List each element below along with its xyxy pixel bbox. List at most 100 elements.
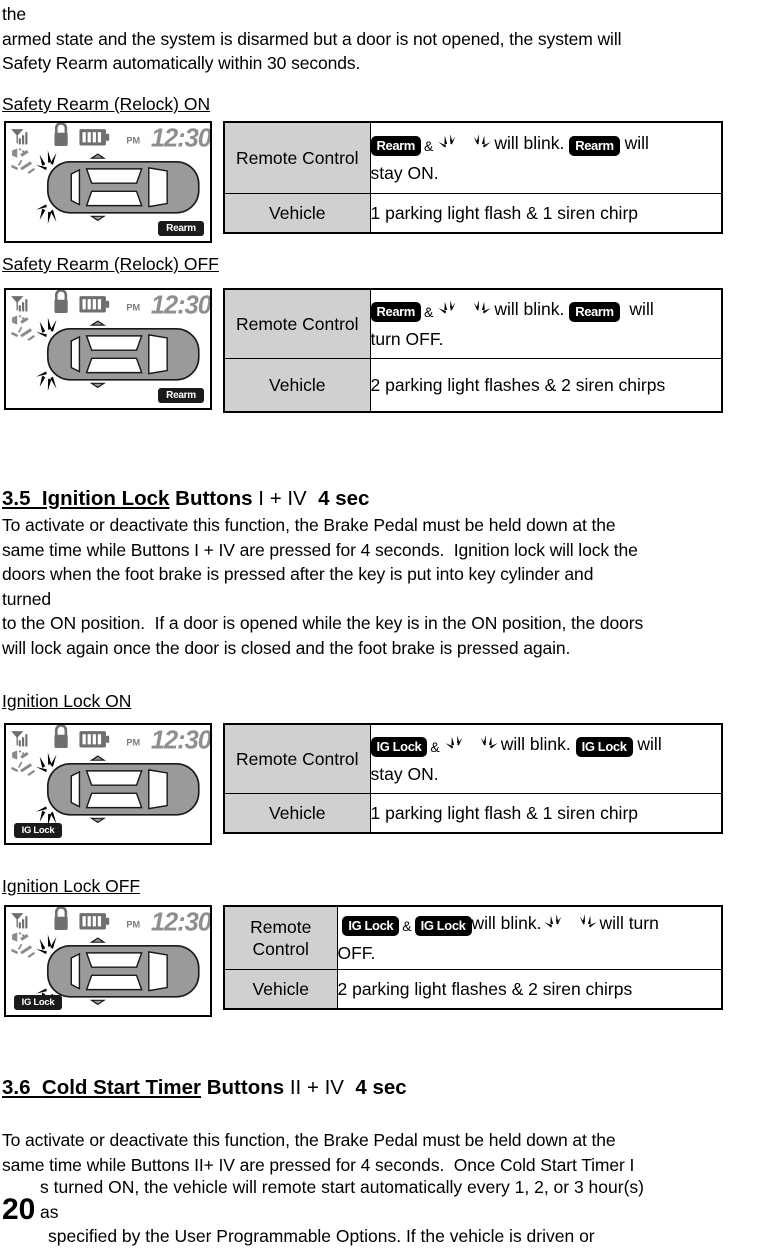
row-value-vehicle: 2 parking light flashes & 2 siren chirps (369, 358, 723, 413)
table-row: Vehicle 2 parking light flashes & 2 sire… (223, 358, 723, 413)
row-label-vehicle: Vehicle (223, 793, 371, 834)
text-will-3: will (637, 733, 662, 754)
ignition-lock-on-block: IG Lock Remote Control IG Lock & will blin… (4, 723, 723, 845)
heading-ignition-lock-off-wrap: Ignition Lock OFF (2, 874, 140, 898)
text-stay-on-3: stay ON. (370, 763, 439, 784)
manual-page: the armed state and the system is disarm… (0, 0, 772, 1247)
table-ignition-lock-on: Remote Control IG Lock & will blink. IG Lo… (223, 723, 723, 834)
text-will-blink-4: will blink. (471, 912, 542, 933)
row-value-remote-control: IG Lock & IG Lock will blink. will turn OFF. (336, 905, 723, 970)
table-row: Vehicle 1 parking light flash & 1 siren … (223, 193, 723, 234)
amp-4: & (402, 917, 412, 934)
section-3-5-buttons-label: Buttons (175, 487, 253, 510)
badge-iglock-2: IG Lock (575, 736, 633, 757)
lcd-badge-iglock: IG Lock (14, 995, 62, 1010)
table-row: Vehicle 2 parking light flashes & 2 sire… (223, 969, 723, 1010)
section-3-5-body: To activate or deactivate this function,… (2, 515, 644, 658)
row-value-remote-control: IG Lock & will blink. IG Lock will stay ON. (369, 723, 723, 794)
text-will-2: will (629, 298, 654, 319)
lcd-badge-rearm: Rearm (158, 388, 204, 403)
blink-rays-icon (443, 733, 501, 755)
section-3-5-duration: 4 sec (318, 487, 370, 510)
lcd-wrap-iglock-on: IG Lock (4, 723, 212, 845)
badge-rearm-1: Rearm (370, 135, 421, 156)
text-will-blink-2: will blink. (494, 298, 565, 319)
lcd-display-rearm-off: Rearm (4, 288, 212, 410)
text-stay-on-1: stay ON. (370, 162, 439, 183)
intro-line-1: the (2, 4, 27, 24)
intro-line-3: Safety Rearm automatically within 30 sec… (2, 53, 361, 73)
row-label-remote-control: Remote Control (223, 905, 338, 970)
section-3-6-number: 3.6 (2, 1076, 31, 1099)
lcd-display-iglock-on: IG Lock (4, 723, 212, 845)
blink-rays-icon (436, 132, 494, 154)
section-3-5: 3.5 Ignition Lock Buttons I + IV 4 sec T… (2, 486, 770, 660)
section-3-6-line-5: specified by the User Programmable Optio… (48, 1226, 595, 1246)
badge-iglock-2: IG Lock (414, 915, 472, 936)
section-3-6-buttons-combo: II + IV (289, 1076, 344, 1099)
safety-rearm-off-block: Rearm Remote Control Rearm & will blink. R… (4, 288, 723, 413)
row-label-remote-control: Remote Control (223, 723, 371, 794)
badge-rearm-1: Rearm (370, 301, 421, 322)
section-3-6-line-2: same time while Buttons II+ IV are press… (2, 1154, 635, 1175)
heading-ignition-lock-on-wrap: Ignition Lock ON (2, 689, 131, 713)
lcd-display-rearm-on: Rearm (4, 121, 212, 243)
table-row: Remote Control Rearm & will blink. Rearm w… (223, 288, 723, 359)
section-3-6-buttons-label: Buttons (206, 1076, 285, 1099)
row-label-vehicle: Vehicle (223, 193, 371, 234)
table-row: Remote Control IG Lock & IG Lock will blink… (223, 905, 723, 970)
row-label-remote-control: Remote Control (223, 121, 371, 194)
row-value-remote-control: Rearm & will blink. Rearm will stay ON. (369, 121, 723, 194)
heading-safety-rearm-on-wrap: Safety Rearm (Relock) ON (2, 92, 210, 116)
badge-iglock-1: IG Lock (342, 915, 400, 936)
ignition-lock-off-block: IG Lock Remote Control IG Lock & IG Lock wi… (4, 905, 723, 1017)
section-3-6-body-indented: s turned ON, the vehicle will remote sta… (40, 1175, 770, 1249)
row-label-remote-control: Remote Control (223, 288, 371, 359)
section-3-6-line-4: as (40, 1201, 59, 1222)
page-number: 20 (2, 1193, 36, 1226)
amp-1: & (423, 137, 434, 154)
section-3-6-body-top: To activate or deactivate this function,… (2, 1128, 770, 1177)
section-3-5-number: 3.5 (2, 487, 31, 510)
heading-safety-rearm-off-wrap: Safety Rearm (Relock) OFF (2, 252, 219, 276)
table-safety-rearm-off: Remote Control Rearm & will blink. Rearm w… (223, 288, 723, 413)
heading-safety-rearm-off: Safety Rearm (Relock) OFF (2, 254, 219, 274)
table-row: Remote Control IG Lock & will blink. IG Lo… (223, 723, 723, 794)
heading-ignition-lock-off: Ignition Lock OFF (2, 876, 141, 896)
lcd-badge-iglock: IG Lock (14, 823, 62, 838)
text-turn-off-2: turn OFF. (370, 328, 444, 349)
section-3-6-line-3: s turned ON, the vehicle will remote sta… (40, 1177, 644, 1197)
text-will-blink-1: will blink. (494, 132, 565, 153)
text-will-blink-3: will blink. (500, 733, 571, 754)
heading-safety-rearm-on: Safety Rearm (Relock) ON (2, 94, 211, 114)
intro-line-2: armed state and the system is disarmed b… (2, 28, 622, 49)
table-row: Vehicle 1 parking light flash & 1 siren … (223, 793, 723, 834)
table-ignition-lock-off: Remote Control IG Lock & IG Lock will blink… (223, 905, 723, 1010)
section-3-6: 3.6 Cold Start Timer Buttons II + IV 4 s… (2, 1075, 770, 1101)
section-3-6-line-1: To activate or deactivate this function,… (2, 1130, 616, 1150)
row-value-vehicle: 2 parking light flashes & 2 siren chirps (336, 969, 723, 1010)
text-will-turn-4: will turn (599, 912, 659, 933)
amp-3: & (430, 738, 440, 755)
lcd-wrap-rearm-on: Rearm (4, 121, 212, 243)
amp-2: & (423, 303, 434, 320)
lcd-wrap-iglock-off: IG Lock (4, 905, 212, 1017)
lcd-badge-rearm: Rearm (158, 221, 204, 236)
row-label-vehicle: Vehicle (223, 969, 338, 1010)
safety-rearm-on-block: Rearm Remote Control Rearm & will blink. R… (4, 121, 723, 243)
section-3-5-title: Ignition Lock (41, 487, 170, 510)
section-3-6-heading: 3.6 Cold Start Timer Buttons II + IV 4 s… (2, 1075, 770, 1101)
heading-ignition-lock-on: Ignition Lock ON (2, 691, 132, 711)
text-will-1: will (624, 132, 649, 153)
lcd-wrap-rearm-off: Rearm (4, 288, 212, 410)
blink-rays-icon (436, 298, 494, 320)
text-off-4: OFF. (337, 942, 376, 963)
badge-rearm-2: Rearm (569, 135, 620, 156)
section-3-5-heading: 3.5 Ignition Lock Buttons I + IV 4 sec (2, 486, 770, 512)
section-3-5-buttons-combo: I + IV (258, 487, 307, 510)
row-value-remote-control: Rearm & will blink. Rearm will turn OFF. (369, 288, 723, 359)
section-3-6-duration: 4 sec (355, 1076, 407, 1099)
blink-rays-icon (542, 912, 600, 934)
table-row: Remote Control Rearm & will blink. Rearm w… (223, 121, 723, 194)
badge-rearm-2: Rearm (569, 301, 620, 322)
